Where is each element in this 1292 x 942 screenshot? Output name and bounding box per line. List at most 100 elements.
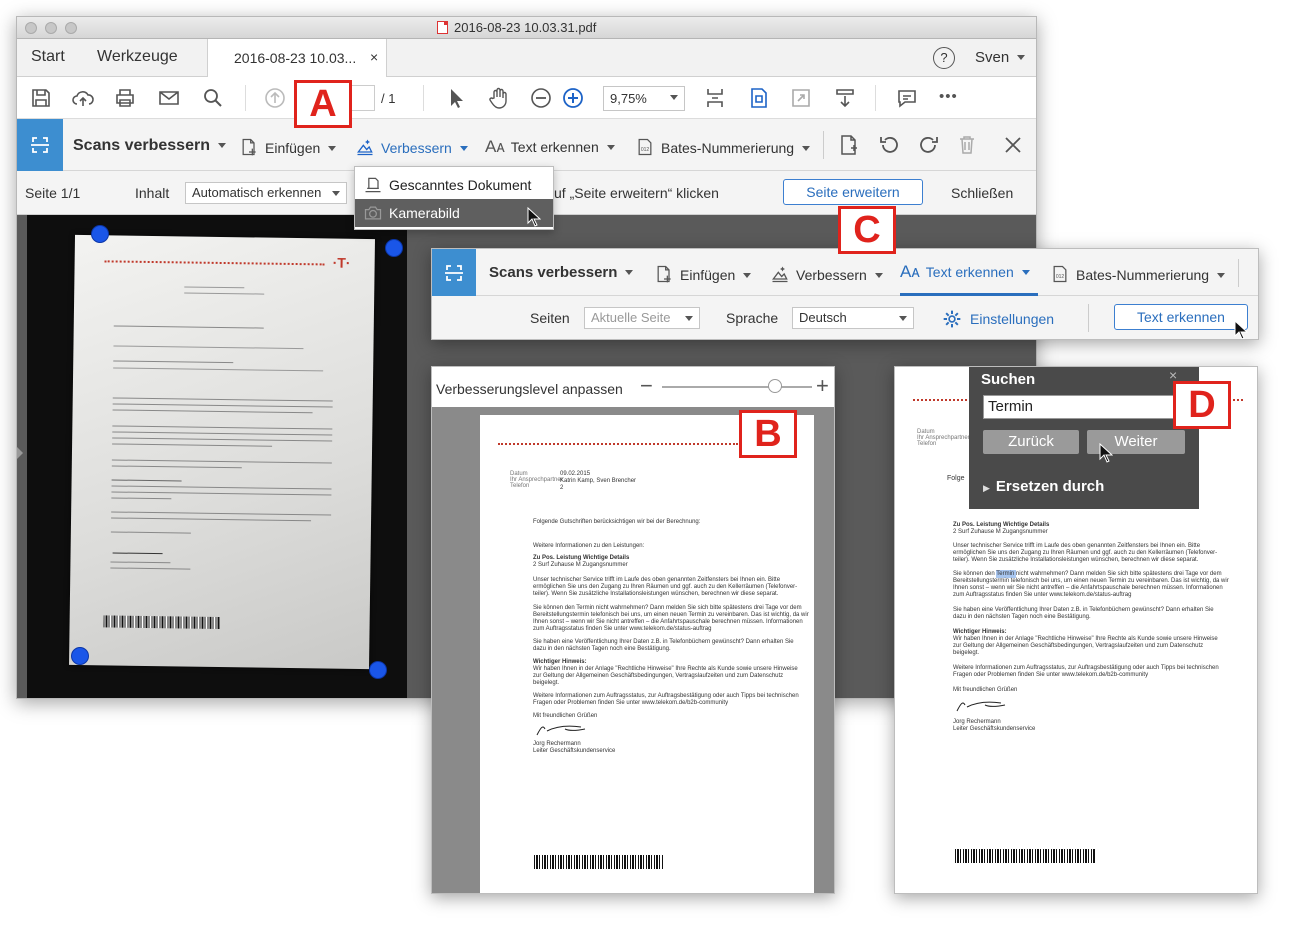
settings-link[interactable]: Einstellungen bbox=[942, 309, 1054, 329]
bates-numbering-button[interactable]: 012 Bates-Nummerierung bbox=[1050, 264, 1226, 284]
enhance-level-bar: Verbesserungslevel anpassen − + bbox=[432, 367, 834, 407]
letter-table-row: 2 Surf Zuhause M Zugangsnummer bbox=[533, 562, 628, 568]
text-line bbox=[113, 360, 234, 364]
minimize-window-button[interactable] bbox=[45, 22, 57, 34]
zoom-value: 9,75% bbox=[610, 91, 647, 106]
crop-handle-bottom-right[interactable] bbox=[369, 661, 387, 679]
signature bbox=[536, 725, 586, 736]
letter-table-head: Zu Pos. Leistung Wichtige Details bbox=[953, 522, 1050, 528]
insert-page-icon bbox=[242, 138, 256, 156]
crop-handle-bottom-left[interactable] bbox=[71, 647, 89, 665]
tab-document[interactable]: 2016-08-23 10.03... × bbox=[207, 39, 387, 77]
pages-select[interactable]: Aktuelle Seite bbox=[584, 307, 700, 329]
bates-numbering-button[interactable]: 012 Bates-Nummerierung bbox=[635, 137, 811, 157]
scan-tool-title[interactable]: Scans verbessern bbox=[73, 137, 226, 155]
insert-button[interactable]: Einfügen bbox=[239, 137, 337, 157]
previous-result-button[interactable]: Zurück bbox=[983, 430, 1079, 454]
recognize-text-button[interactable]: Aᴀ Text erkennen bbox=[485, 137, 615, 157]
replace-toggle[interactable]: ▶ Ersetzen durch bbox=[983, 478, 1104, 495]
tab-start[interactable]: Start bbox=[31, 48, 65, 66]
zoom-in-icon[interactable] bbox=[561, 86, 585, 110]
content-type-select[interactable]: Automatisch erkennen bbox=[185, 182, 347, 204]
enhance-wand-icon bbox=[357, 139, 373, 156]
print-icon[interactable] bbox=[113, 86, 137, 110]
zoom-out-icon[interactable] bbox=[529, 86, 553, 110]
expand-sidebar-icon[interactable] bbox=[17, 447, 23, 459]
insert-button[interactable]: Einfügen bbox=[654, 264, 752, 284]
letter-signer-role: Leiter Geschäftskundenservice bbox=[953, 726, 1036, 732]
delete-icon[interactable] bbox=[955, 133, 979, 157]
letter-line: Unser technischer Service trifft im Lauf… bbox=[953, 543, 1201, 549]
rotate-right-icon[interactable] bbox=[917, 133, 941, 157]
more-icon[interactable]: ••• bbox=[939, 88, 958, 105]
read-mode-icon[interactable] bbox=[833, 86, 857, 110]
tab-tools[interactable]: Werkzeuge bbox=[97, 48, 178, 66]
expand-page-button[interactable]: Seite erweitern bbox=[783, 179, 923, 205]
enhance-button[interactable]: Verbessern bbox=[770, 264, 883, 284]
letter-line: Bereitstellungstermin telefonisch bei un… bbox=[953, 578, 1229, 584]
letter-signer-name: Jorg Rechermann bbox=[533, 741, 581, 747]
chevron-down-icon bbox=[670, 95, 678, 100]
save-icon[interactable] bbox=[29, 86, 53, 110]
comment-icon[interactable] bbox=[895, 86, 919, 110]
insert-label: Einfügen bbox=[265, 140, 321, 156]
close-window-button[interactable] bbox=[25, 22, 37, 34]
scan-tool-icon[interactable] bbox=[432, 249, 476, 296]
letter-signer-name: Jorg Rechermann bbox=[953, 719, 1001, 725]
search-icon[interactable] bbox=[201, 86, 225, 110]
gear-icon bbox=[943, 310, 961, 328]
menu-item-camera-image[interactable]: Kamerabild bbox=[355, 199, 553, 227]
mail-icon[interactable] bbox=[157, 86, 181, 110]
chevron-down-icon bbox=[459, 146, 468, 151]
scroll-mode-icon[interactable] bbox=[703, 86, 727, 110]
rotate-left-icon[interactable] bbox=[877, 133, 901, 157]
select-cursor-icon[interactable] bbox=[445, 86, 469, 110]
fullscreen-icon[interactable] bbox=[789, 86, 813, 110]
recognize-text-button[interactable]: Aᴀ Text erkennen bbox=[900, 262, 1030, 282]
text-line bbox=[111, 511, 332, 516]
close-tab-icon[interactable]: × bbox=[370, 49, 378, 65]
settings-label: Einstellungen bbox=[970, 311, 1055, 327]
zoom-select[interactable]: 9,75% bbox=[603, 86, 685, 111]
recognize-options-bar: Seiten Aktuelle Seite Sprache Deutsch Ei… bbox=[432, 296, 1258, 339]
hand-tool-icon[interactable] bbox=[487, 86, 511, 110]
page-settings-icon[interactable] bbox=[837, 133, 861, 157]
svg-text:012: 012 bbox=[641, 147, 650, 153]
text-line bbox=[111, 465, 242, 469]
close-tool-icon[interactable] bbox=[1001, 133, 1025, 157]
text-line bbox=[111, 459, 332, 464]
increase-icon[interactable]: + bbox=[816, 373, 829, 399]
language-select[interactable]: Deutsch bbox=[792, 307, 914, 329]
toolbar-divider bbox=[245, 85, 246, 111]
close-link[interactable]: Schließen bbox=[951, 185, 1013, 201]
previous-page-icon[interactable] bbox=[263, 86, 287, 110]
camera-icon bbox=[364, 206, 382, 220]
cloud-upload-icon[interactable] bbox=[71, 86, 95, 110]
enhance-level-slider[interactable] bbox=[662, 386, 812, 388]
zoom-window-button[interactable] bbox=[65, 22, 77, 34]
chevron-down-icon bbox=[802, 146, 811, 151]
letter-line: Sie können den Termin nicht wahrnehmen? … bbox=[533, 605, 802, 611]
crop-handle-top-left[interactable] bbox=[91, 225, 109, 243]
letter-greeting: Mit freundlichen Grüßen bbox=[533, 713, 598, 719]
title-bar: 2016-08-23 10.03.31.pdf bbox=[17, 17, 1036, 39]
slider-thumb[interactable] bbox=[767, 379, 782, 393]
menu-item-scanned-document[interactable]: Gescanntes Dokument bbox=[355, 171, 553, 199]
chevron-down-icon bbox=[328, 146, 337, 151]
letter-line: Bereitstellungstermin telefonisch bei un… bbox=[533, 612, 809, 618]
crop-handle-top-right[interactable] bbox=[385, 239, 403, 257]
search-input[interactable]: Termin bbox=[983, 395, 1183, 419]
scan-tool-title[interactable]: Scans verbessern bbox=[489, 264, 634, 281]
recognize-text-label: Text erkennen bbox=[925, 264, 1014, 280]
help-icon[interactable]: ? bbox=[933, 47, 955, 69]
recognize-text-label: Text erkennen bbox=[510, 139, 599, 155]
user-menu[interactable]: Sven bbox=[975, 49, 1026, 66]
recognize-text-action-button[interactable]: Text erkennen bbox=[1114, 304, 1248, 330]
text-line bbox=[112, 397, 333, 402]
decrease-icon[interactable]: − bbox=[640, 373, 653, 399]
enhance-button[interactable]: Verbessern bbox=[355, 137, 468, 157]
text-line bbox=[113, 345, 304, 350]
letter-line: ermöglichen Sie uns den Zugang zu Ihren … bbox=[533, 584, 798, 590]
scan-tool-icon[interactable] bbox=[17, 119, 63, 171]
fit-page-icon[interactable] bbox=[747, 86, 771, 110]
